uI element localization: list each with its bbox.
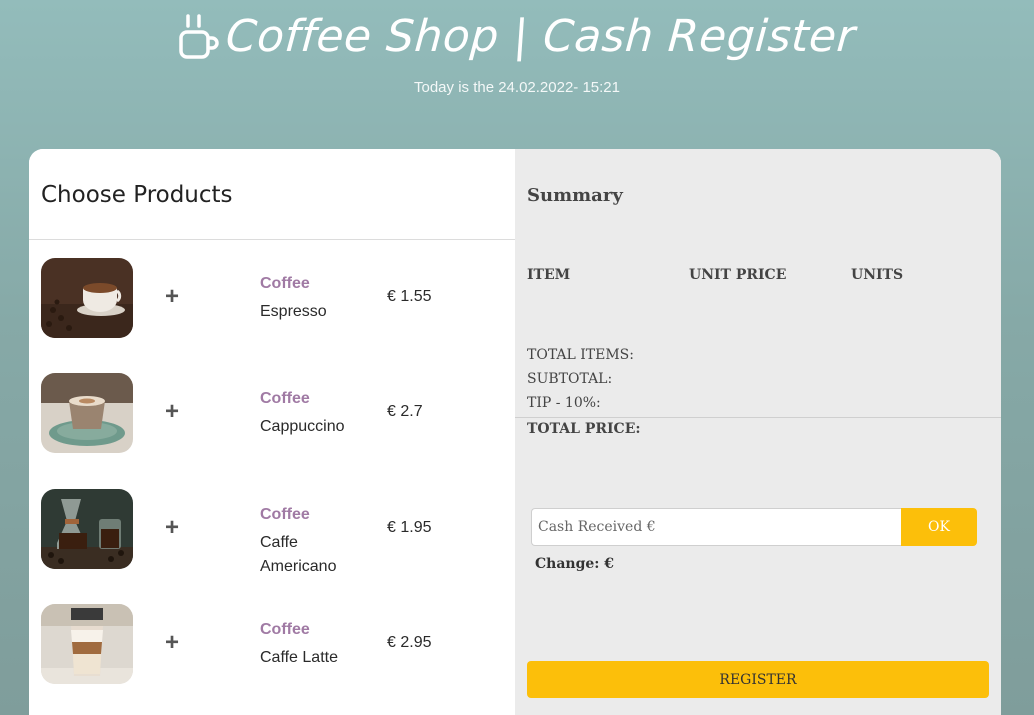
product-name: Cappuccino: [260, 418, 345, 435]
coffee-cup-icon: [178, 10, 220, 62]
espresso-image: [41, 258, 133, 338]
register-card: Choose Products + Coffee Espresso € 1.55…: [29, 149, 1001, 715]
product-category: Coffee: [260, 506, 310, 523]
subtotal-label: SUBTOTAL:: [527, 371, 613, 387]
cappuccino-image: [41, 373, 133, 453]
products-panel: Choose Products + Coffee Espresso € 1.55…: [29, 149, 515, 715]
caffe-americano-image: [41, 489, 133, 569]
page-title: Coffee Shop | Cash Register: [224, 10, 858, 62]
page-header: Coffee Shop | Cash Register Today is the…: [0, 0, 1034, 110]
date-time-text: Today is the 24.02.2022- 15:21: [414, 79, 620, 96]
products-heading: Choose Products: [41, 182, 233, 208]
add-cappuccino-button[interactable]: +: [161, 395, 183, 429]
summary-heading: Summary: [527, 185, 623, 206]
product-item-caffe-americano: + Coffee Caffe Americano € 1.95: [29, 489, 515, 575]
product-name: Caffe Americano: [260, 534, 337, 575]
product-price: € 1.95: [387, 519, 432, 536]
tip-label: TIP - 10%:: [527, 395, 601, 411]
product-category: Coffee: [260, 621, 310, 638]
product-price: € 1.55: [387, 288, 432, 305]
product-name: Caffe Latte: [260, 649, 338, 666]
product-price: € 2.7: [387, 403, 423, 420]
column-header-units: UNITS: [851, 267, 904, 283]
summary-panel: Summary ITEM UNIT PRICE UNITS TOTAL ITEM…: [515, 149, 1001, 715]
add-espresso-button[interactable]: +: [161, 280, 183, 314]
column-header-item: ITEM: [527, 267, 571, 283]
product-item-espresso: + Coffee Espresso € 1.55: [29, 258, 515, 338]
add-caffe-americano-button[interactable]: +: [161, 511, 183, 545]
ok-button[interactable]: OK: [901, 508, 977, 546]
product-item-caffe-latte: + Coffee Caffe Latte € 2.95: [29, 604, 515, 684]
product-category: Coffee: [260, 275, 310, 292]
change-label: Change: €: [535, 556, 615, 572]
product-category: Coffee: [260, 390, 310, 407]
summary-divider: [515, 417, 1001, 418]
add-caffe-latte-button[interactable]: +: [161, 626, 183, 660]
product-price: € 2.95: [387, 634, 432, 651]
caffe-latte-image: [41, 604, 133, 684]
total-price-label: TOTAL PRICE:: [527, 421, 641, 437]
products-divider: [29, 239, 515, 240]
product-name: Espresso: [260, 303, 327, 320]
title-row: Coffee Shop | Cash Register: [0, 10, 1034, 62]
product-item-cappuccino: + Coffee Cappuccino € 2.7: [29, 373, 515, 453]
column-header-unit-price: UNIT PRICE: [689, 267, 787, 283]
cash-received-input[interactable]: [531, 508, 902, 546]
register-button[interactable]: REGISTER: [527, 661, 989, 698]
total-items-label: TOTAL ITEMS:: [527, 347, 634, 363]
